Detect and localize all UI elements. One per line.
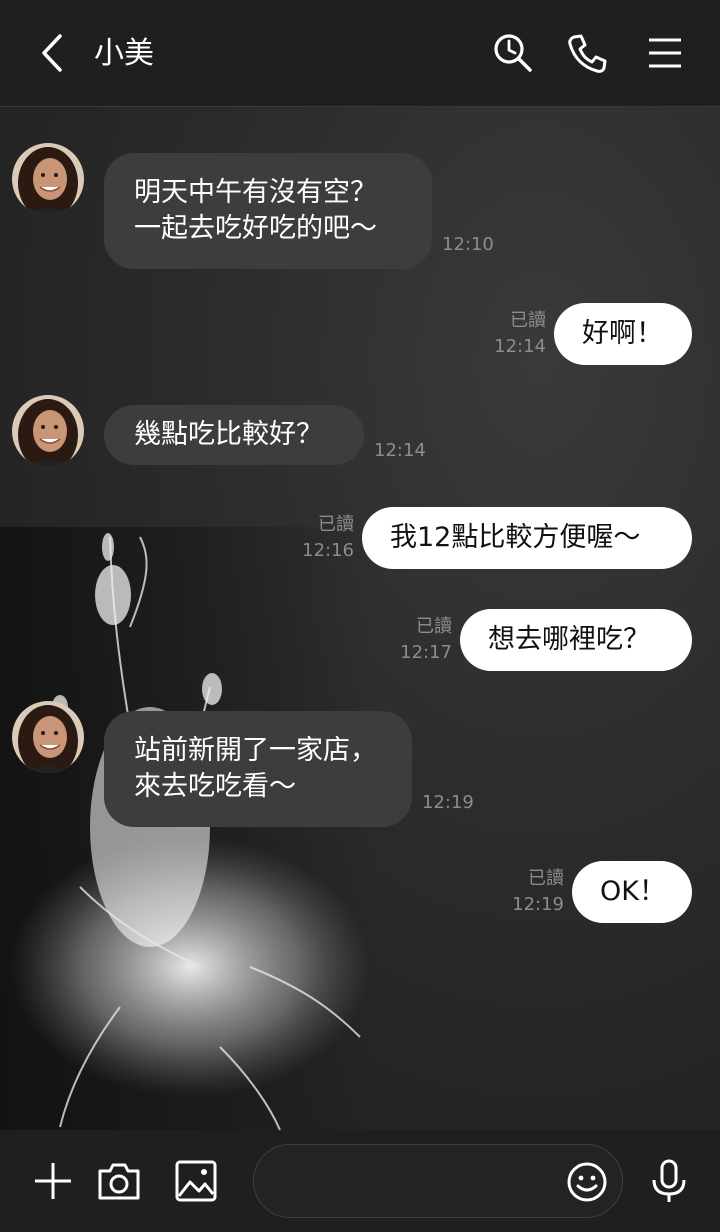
- message-bubble-outgoing[interactable]: 我12點比較方便喔～: [362, 507, 692, 569]
- search-icon: [494, 34, 532, 72]
- camera-icon: [98, 1163, 140, 1200]
- message-time: 12:10: [442, 234, 494, 255]
- plus-icon: [35, 1163, 71, 1199]
- message-bubble-outgoing[interactable]: 好啊！: [554, 303, 692, 365]
- avatar-image: [12, 701, 84, 773]
- message-input[interactable]: [278, 1159, 562, 1205]
- emoji-button[interactable]: [564, 1159, 610, 1205]
- image-icon: [175, 1160, 217, 1202]
- back-button[interactable]: [30, 28, 76, 78]
- input-toolbar: [0, 1130, 720, 1232]
- avatar-image: [12, 395, 84, 467]
- read-status: 已讀: [510, 310, 546, 331]
- message-time: 12:14: [374, 440, 426, 461]
- emoji-icon: [567, 1162, 607, 1202]
- message-time: 12:19: [512, 894, 564, 915]
- avatar-image: [12, 143, 84, 215]
- image-button[interactable]: [173, 1158, 219, 1204]
- message-time: 12:16: [302, 540, 354, 561]
- menu-button[interactable]: [642, 30, 688, 76]
- message-bubble-incoming[interactable]: 明天中午有沒有空？ 一起去吃好吃的吧～: [104, 153, 432, 269]
- read-status: 已讀: [528, 868, 564, 889]
- call-button[interactable]: [564, 30, 610, 76]
- search-button[interactable]: [490, 30, 536, 76]
- message-time: 12:17: [400, 642, 452, 663]
- chat-title: 小美: [94, 36, 154, 71]
- message-bubble-outgoing[interactable]: 想去哪裡吃？: [460, 609, 692, 671]
- add-button[interactable]: [30, 1158, 76, 1204]
- message-bubble-incoming[interactable]: 站前新開了一家店， 來去吃吃看～: [104, 711, 412, 827]
- camera-button[interactable]: [96, 1158, 142, 1204]
- message-bubble-outgoing[interactable]: OK！: [572, 861, 692, 923]
- menu-icon: [649, 38, 681, 68]
- back-icon: [42, 34, 62, 72]
- contact-avatar[interactable]: [12, 395, 84, 467]
- chat-area[interactable]: 明天中午有沒有空？ 一起去吃好吃的吧～ 12:10 已讀 12:14 好啊！ 幾…: [0, 107, 720, 1130]
- contact-avatar[interactable]: [12, 701, 84, 773]
- read-status: 已讀: [416, 616, 452, 637]
- contact-avatar[interactable]: [12, 143, 84, 215]
- message-input-box[interactable]: [253, 1144, 623, 1218]
- message-bubble-incoming[interactable]: 幾點吃比較好？: [104, 405, 364, 465]
- phone-icon: [568, 34, 607, 73]
- voice-button[interactable]: [646, 1158, 692, 1204]
- chat-header: 小美: [0, 0, 720, 107]
- read-status: 已讀: [318, 514, 354, 535]
- microphone-icon: [652, 1159, 686, 1202]
- message-time: 12:19: [422, 792, 474, 813]
- message-time: 12:14: [494, 336, 546, 357]
